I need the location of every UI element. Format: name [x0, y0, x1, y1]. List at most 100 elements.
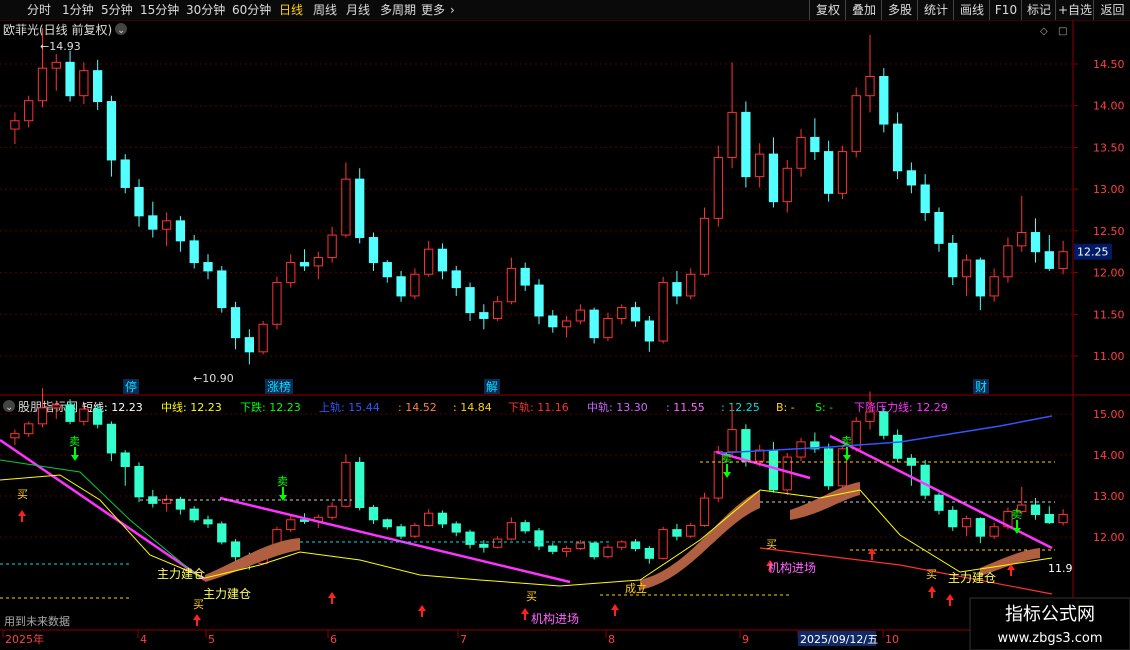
toolbar-button-7[interactable]: +自选	[1055, 0, 1094, 20]
candle-body	[823, 151, 834, 194]
ind-candle-body	[699, 497, 710, 527]
candle-body	[672, 282, 682, 297]
ind-candle-body	[37, 407, 48, 425]
toolbar-button-4[interactable]: 画线	[953, 0, 990, 20]
candle-body	[313, 257, 323, 267]
candle-body	[272, 282, 282, 325]
legend-item-9: : 12.25	[721, 401, 760, 414]
candle-body	[810, 136, 820, 153]
candle-body	[948, 242, 958, 278]
candle-body	[258, 323, 268, 353]
ind-candle-body	[175, 498, 186, 510]
candle-body	[506, 267, 517, 303]
ind-candle-body	[1058, 513, 1068, 524]
ind-candle-body	[561, 547, 572, 552]
candle-body	[975, 259, 985, 297]
period-tab-9[interactable]: 多周期	[380, 2, 416, 18]
toolbar-button-3[interactable]: 统计	[917, 0, 954, 20]
candle-body	[782, 167, 792, 203]
candle-body	[934, 212, 944, 244]
toolbar-button-8[interactable]: 返回	[1093, 0, 1130, 20]
candle-body	[424, 248, 434, 275]
candle-body	[479, 312, 489, 319]
candle-body	[865, 76, 875, 97]
toolbar-button-2[interactable]: 多股	[881, 0, 918, 20]
low-price-label: ←10.90	[193, 372, 234, 385]
period-tab-7[interactable]: 周线	[313, 2, 337, 18]
ind-candle-body	[355, 461, 365, 508]
indicator-tick-label: 13.00	[1093, 490, 1125, 503]
period-tab-8[interactable]: 月线	[346, 2, 370, 18]
candle-body	[727, 111, 737, 158]
toolbar-button-6[interactable]: 标记	[1021, 0, 1056, 20]
candle-body	[630, 307, 641, 322]
period-tab-10[interactable]: 更多	[421, 2, 445, 18]
candle-body	[465, 287, 475, 314]
more-chevron-icon[interactable]: ›	[450, 2, 455, 18]
ind-candle-body	[630, 541, 641, 549]
build-position-label-1: 主力建仓	[203, 587, 251, 601]
ind-candle-body	[10, 433, 20, 439]
indicator-tick-label: 15.00	[1093, 408, 1125, 421]
time-label-6: 9	[742, 633, 749, 646]
legend-item-1: 中线: 12.23	[161, 400, 222, 414]
candle-body	[755, 153, 765, 178]
toolbar-button-0[interactable]: 复权	[809, 0, 846, 20]
indicator-chevron-icon: ⌄	[5, 402, 13, 413]
ind-candle-body	[837, 448, 848, 487]
ind-candle-body	[120, 452, 130, 467]
legend-item-0: 短线: 12.23	[82, 400, 143, 414]
candle-body	[658, 282, 668, 342]
price-tick-label: 14.50	[1093, 58, 1125, 71]
ind-candle-body	[396, 526, 406, 537]
toolbar: 分时 1分钟 5分钟 15分钟 30分钟 60分钟 日线 周线 月线 多周期 更多 › 复权 叠加 多股 统计…	[0, 0, 1130, 21]
ind-candle-body	[106, 423, 117, 454]
period-tab-0[interactable]: 分时	[27, 2, 51, 18]
candle-body	[299, 262, 310, 267]
toolbar-button-1[interactable]: 叠加	[845, 0, 882, 20]
candle-body	[189, 240, 199, 264]
candle-body	[617, 307, 627, 319]
ind-candle-body	[51, 404, 61, 409]
ind-candle-body	[686, 525, 696, 537]
pressure-line	[0, 438, 206, 582]
candle-body	[437, 248, 448, 272]
candle-body	[161, 220, 172, 230]
candle-body	[603, 317, 613, 339]
period-tab-2[interactable]: 5分钟	[101, 2, 133, 18]
toolbar-button-5[interactable]: F10	[989, 0, 1022, 20]
high-price-label: ←14.93	[40, 40, 81, 53]
candle-body	[286, 262, 296, 284]
period-tab-1[interactable]: 1分钟	[62, 2, 94, 18]
ind-candle-body	[286, 519, 296, 531]
ind-candle-body	[534, 530, 544, 547]
ind-candle-body	[189, 508, 199, 521]
candle-body	[327, 234, 337, 259]
candle-body	[24, 100, 34, 122]
sell-arrow-icon	[71, 455, 79, 461]
period-tab-3[interactable]: 15分钟	[140, 2, 179, 18]
ind-candle-body	[93, 408, 103, 425]
event-tag-3: 财	[975, 380, 987, 394]
price-tick-label: 11.00	[1093, 350, 1125, 363]
candle-body	[837, 151, 848, 194]
chart-area[interactable]: 14.50 14.00 13.50 13.00 12.50 12.00 11.50 11.00…	[0, 20, 1130, 650]
ind-candle-body	[230, 541, 241, 558]
period-tab-5[interactable]: 60分钟	[232, 2, 271, 18]
ind-candle-body	[1044, 513, 1054, 524]
ind-candle-body	[658, 529, 668, 559]
legend-item-8: : 11.55	[666, 401, 705, 414]
ind-candle-body	[617, 541, 627, 548]
candle-body	[686, 273, 696, 297]
price-tick-label: 12.50	[1093, 225, 1125, 238]
build-position-label-0: 主力建仓	[157, 567, 205, 581]
period-tab-4[interactable]: 30分钟	[186, 2, 225, 18]
ind-candle-body	[382, 519, 392, 528]
ind-candle-body	[892, 434, 903, 459]
indicator-tick-label: 12.00	[1093, 531, 1125, 544]
ind-candle-body	[975, 518, 985, 537]
candle-body	[796, 136, 806, 169]
legend-item-3: 上轨: 15.44	[319, 400, 380, 414]
time-label-3: 6	[330, 633, 337, 646]
period-tab-6[interactable]: 日线	[279, 2, 303, 18]
